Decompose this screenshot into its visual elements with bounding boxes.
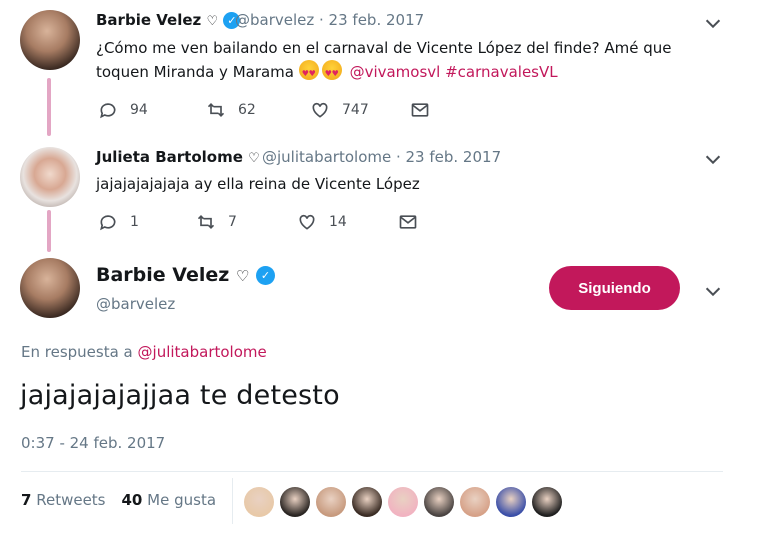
tweet-handle-date[interactable]: @julitabartolome · 23 feb. 2017	[262, 148, 501, 166]
tweet-stats: 7 Retweets 40 Me gusta	[21, 491, 216, 509]
liker-avatar[interactable]	[280, 487, 310, 517]
likes-stat[interactable]: 40 Me gusta	[122, 491, 217, 509]
liker-avatar[interactable]	[316, 487, 346, 517]
retweet-count: 62	[238, 102, 256, 118]
liker-avatar[interactable]	[352, 487, 382, 517]
liker-avatar[interactable]	[532, 487, 562, 517]
reply-count: 94	[130, 102, 148, 118]
hashtag-link[interactable]: #carnavalesVL	[445, 63, 558, 81]
retweet-icon	[197, 214, 215, 230]
retweets-stat[interactable]: 7 Retweets	[21, 491, 106, 509]
heart-eyes-emoji-icon	[321, 60, 342, 86]
heart-outline-icon: ♡	[206, 14, 219, 29]
heart-outline-icon: ♡	[235, 267, 250, 285]
main-tweet-text: jajajajajajjaa te detesto	[20, 380, 340, 411]
liker-avatar[interactable]	[388, 487, 418, 517]
reply-icon	[100, 103, 116, 119]
reply-button[interactable]: 1	[98, 212, 196, 232]
thread-line	[47, 78, 51, 136]
retweet-icon	[207, 102, 225, 118]
reply-to-mention-link[interactable]: @julitabartolome	[138, 343, 267, 361]
verified-badge-icon: ✓	[256, 266, 275, 285]
divider	[232, 478, 233, 524]
tweet-handle-date[interactable]: @barvelez · 23 feb. 2017	[235, 11, 424, 29]
message-button[interactable]	[398, 212, 418, 232]
retweet-button[interactable]: 62	[206, 100, 310, 120]
tweet-text-line: ¿Cómo me ven bailando en el carnaval de …	[96, 39, 672, 57]
like-count: 747	[342, 102, 369, 118]
avatar[interactable]	[20, 10, 80, 70]
main-author-name[interactable]: Barbie Velez ♡ ✓	[96, 264, 275, 286]
divider	[21, 471, 723, 472]
envelope-icon	[411, 103, 429, 117]
like-button[interactable]: 14	[297, 212, 398, 232]
reply-button[interactable]: 94	[98, 100, 206, 120]
avatar[interactable]	[20, 147, 80, 207]
mention-link[interactable]: @vivamosvl	[350, 63, 441, 81]
chevron-down-icon[interactable]	[702, 280, 724, 302]
chevron-down-icon[interactable]	[702, 148, 724, 170]
liker-avatar[interactable]	[424, 487, 454, 517]
reply-icon	[100, 215, 116, 231]
liker-avatar[interactable]	[244, 487, 274, 517]
heart-outline-icon: ♡	[248, 151, 260, 166]
like-count: 14	[329, 214, 347, 230]
chevron-down-icon[interactable]	[702, 12, 724, 34]
thread-line	[47, 210, 51, 252]
tweet-text: jajajajajajaja ay ella reina de Vicente …	[96, 175, 420, 193]
heart-icon	[312, 102, 328, 118]
like-button[interactable]: 747	[310, 100, 410, 120]
main-author-handle[interactable]: @barvelez	[96, 295, 175, 313]
heart-eyes-emoji-icon	[298, 60, 319, 86]
retweet-button[interactable]: 7	[196, 212, 297, 232]
liker-avatar[interactable]	[496, 487, 526, 517]
tweet-author-name[interactable]: Julieta Bartolome ♡	[96, 148, 260, 166]
tweet-author-name[interactable]: Barbie Velez ♡ ✓	[96, 11, 241, 29]
tweet-actions: 94 62 747	[98, 100, 430, 120]
tweet-text-line: toquen Miranda y Marama @vivamosvl #carn…	[96, 60, 558, 86]
heart-icon	[299, 214, 315, 230]
reply-context: En respuesta a @julitabartolome	[21, 343, 267, 361]
avatar[interactable]	[20, 258, 80, 318]
tweet-actions: 1 7 14	[98, 212, 418, 232]
following-button[interactable]: Siguiendo	[549, 266, 680, 310]
message-button[interactable]	[410, 100, 430, 120]
reply-count: 1	[130, 214, 139, 230]
envelope-icon	[399, 215, 417, 229]
retweet-count: 7	[228, 214, 237, 230]
liker-avatars	[244, 487, 562, 517]
liker-avatar[interactable]	[460, 487, 490, 517]
tweet-timestamp[interactable]: 0:37 - 24 feb. 2017	[21, 434, 165, 452]
